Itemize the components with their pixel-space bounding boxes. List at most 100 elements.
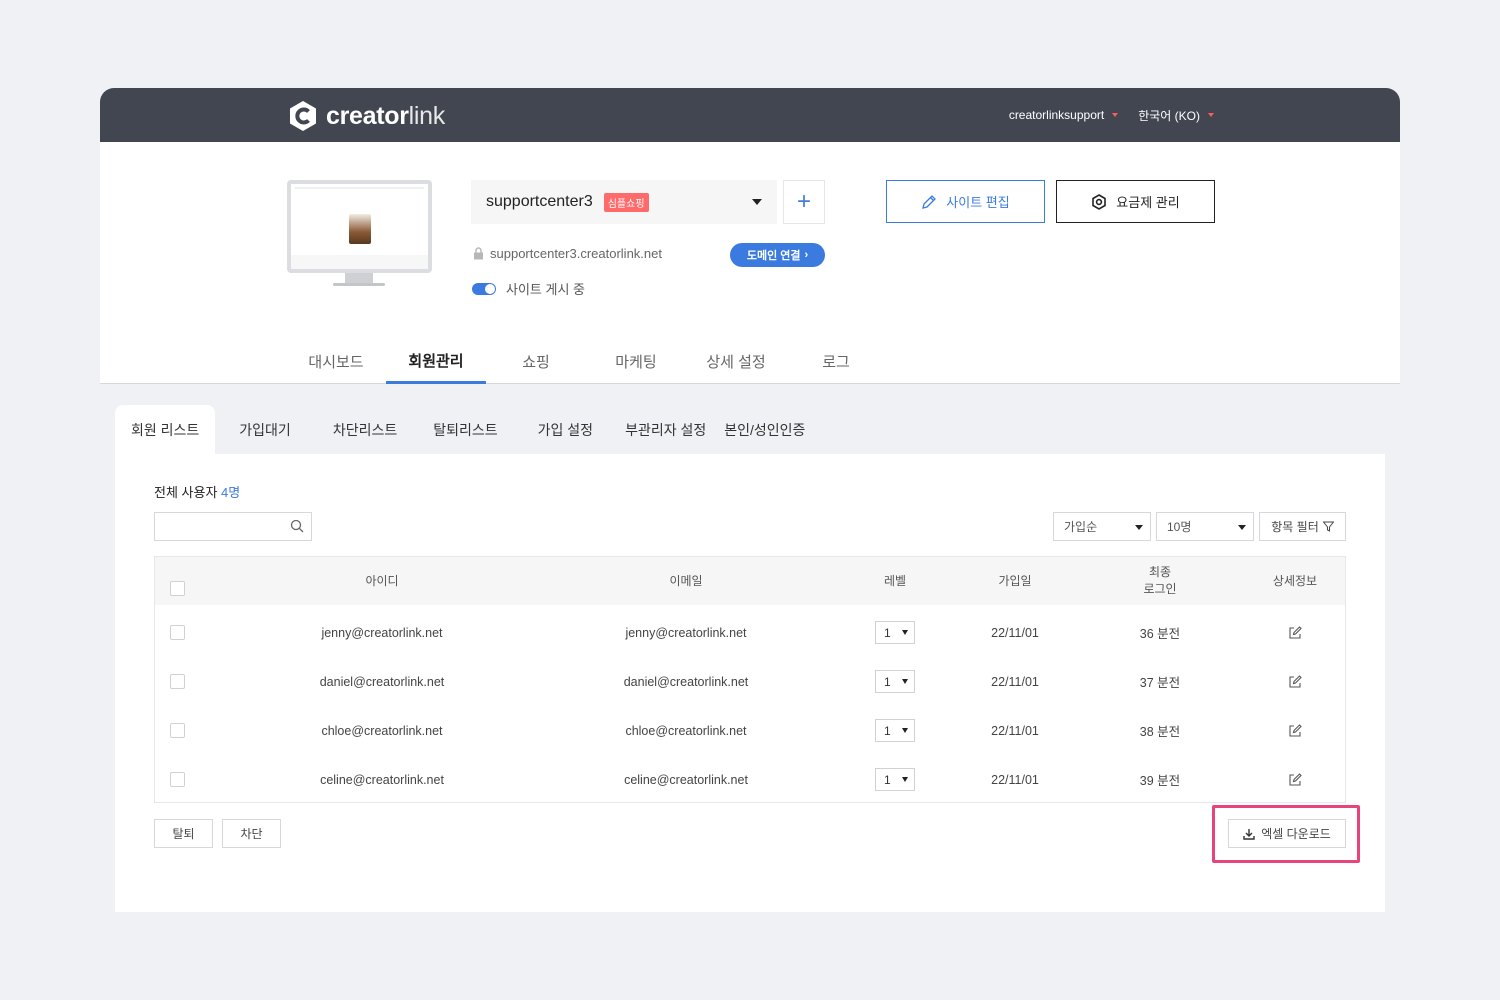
site-edit-button[interactable]: 사이트 편집 (886, 180, 1045, 223)
tab-dashboard[interactable]: 대시보드 (286, 339, 386, 384)
search-icon[interactable] (290, 519, 304, 533)
site-url-row: supportcenter3.creatorlink.net (473, 246, 662, 261)
publish-toggle[interactable] (472, 282, 496, 295)
edit-icon[interactable] (1288, 674, 1302, 689)
table-header: 아이디 이메일 레벨 가입일 최종 로그인 상세정보 (155, 557, 1345, 605)
select-all-checkbox[interactable] (169, 580, 185, 596)
subtab-withdrawn[interactable]: 탈퇴리스트 (415, 405, 515, 454)
edit-icon[interactable] (1288, 625, 1302, 640)
level-cell: 1 (855, 657, 935, 706)
language-menu[interactable]: 한국어 (KO) (1138, 107, 1214, 124)
detail-cell (1245, 608, 1345, 657)
site-name: supportcenter3 (486, 193, 593, 210)
member-id: jenny@creatorlink.net (321, 625, 443, 640)
col-last-login-line1: 최종 (1148, 565, 1172, 580)
subtab-member-list[interactable]: 회원 리스트 (115, 405, 216, 454)
tab-shopping[interactable]: 쇼핑 (486, 339, 586, 384)
subtab-pending[interactable]: 가입대기 (215, 405, 309, 454)
tab-settings[interactable]: 상세 설정 (686, 339, 786, 384)
plan-manage-button[interactable]: 요금제 관리 (1056, 180, 1215, 223)
add-site-button[interactable]: + (783, 180, 825, 224)
detail-cell (1245, 706, 1345, 755)
sort-value: 가입순 (1064, 520, 1098, 534)
member-email: celine@creatorlink.net (624, 772, 748, 787)
publish-status: 사이트 게시 중 (506, 282, 585, 297)
site-preview-image (291, 184, 428, 269)
row-checkbox[interactable] (169, 723, 185, 738)
col-last-login[interactable]: 최종 로그인 (1110, 557, 1210, 605)
dropdown-arrow-icon (902, 777, 908, 782)
table-row: jenny@creatorlink.net jenny@creatorlink.… (155, 608, 1345, 657)
total-users-label: 전체 사용자 (154, 485, 222, 500)
subtab-blocked[interactable]: 차단리스트 (309, 405, 415, 454)
last-login: 36 분전 (1139, 627, 1181, 641)
level-select[interactable]: 1 (875, 621, 915, 644)
withdraw-button[interactable]: 탈퇴 (154, 819, 213, 848)
level-value: 1 (884, 772, 891, 787)
subtab-verification[interactable]: 본인/성인인증 (715, 405, 814, 454)
col-detail: 상세정보 (1272, 573, 1318, 588)
excel-download-label: 엑셀 다운로드 (1261, 827, 1331, 841)
row-checkbox[interactable] (169, 625, 185, 640)
sort-select[interactable]: 가입순 (1053, 512, 1151, 541)
creatorlink-logo[interactable]: creatorlink (288, 100, 445, 132)
tab-members[interactable]: 회원관리 (386, 339, 486, 384)
level-cell: 1 (855, 755, 935, 804)
tab-log[interactable]: 로그 (786, 339, 886, 384)
dropdown-arrow-icon (1238, 525, 1246, 530)
select-all-cell (155, 557, 199, 605)
join-date: 22/11/01 (991, 723, 1039, 738)
monitor-foot (333, 283, 385, 286)
row-checkbox[interactable] (169, 772, 185, 787)
dropdown-arrow-icon (902, 630, 908, 635)
edit-icon[interactable] (1288, 772, 1302, 787)
level-select[interactable]: 1 (875, 768, 915, 791)
col-level[interactable]: 레벨 (855, 557, 935, 605)
gear-icon (1092, 193, 1107, 210)
caret-down-icon (1112, 113, 1119, 117)
caret-down-icon (1208, 113, 1214, 117)
search-input[interactable] (154, 512, 312, 541)
top-right-menu: creatorlinksupport 한국어 (KO) (1009, 88, 1214, 142)
level-value: 1 (884, 674, 891, 689)
col-id[interactable]: 아이디 (235, 557, 529, 605)
page-size-value: 10명 (1167, 520, 1192, 534)
edit-icon[interactable] (1288, 723, 1302, 738)
excel-download-button[interactable]: 엑셀 다운로드 (1228, 819, 1346, 848)
row-checkbox[interactable] (169, 674, 185, 689)
detail-cell (1245, 657, 1345, 706)
account-menu[interactable]: creatorlinksupport (1009, 108, 1119, 122)
table-row: chloe@creatorlink.net chloe@creatorlink.… (155, 706, 1345, 755)
col-join-date[interactable]: 가입일 (965, 557, 1065, 605)
publish-toggle-row: 사이트 게시 중 (472, 279, 585, 298)
tab-marketing[interactable]: 마케팅 (586, 339, 686, 384)
monitor-screen (287, 180, 432, 273)
monitor-stand (345, 273, 373, 283)
page-size-select[interactable]: 10명 (1156, 512, 1254, 541)
subtab-sub-admin[interactable]: 부관리자 설정 (609, 405, 715, 454)
plan-manage-label: 요금제 관리 (1116, 195, 1180, 210)
domain-connect-button[interactable]: 도메인 연결 › (730, 243, 825, 267)
join-date: 22/11/01 (991, 772, 1039, 787)
logo-text: creatorlink (326, 101, 445, 130)
site-thumbnail[interactable] (287, 180, 432, 292)
main-tabs: 대시보드 회원관리 쇼핑 마케팅 상세 설정 로그 (286, 339, 886, 384)
domain-connect-label: 도메인 연결 (746, 250, 801, 262)
detail-cell (1245, 755, 1345, 804)
site-header: supportcenter3 심플쇼핑 + 사이트 편집 요금제 관리 supp… (100, 142, 1400, 384)
block-button[interactable]: 차단 (222, 819, 281, 848)
app-window: creatorlink creatorlinksupport 한국어 (KO) (100, 88, 1400, 912)
row-checkbox-cell (155, 657, 199, 706)
member-table: 아이디 이메일 레벨 가입일 최종 로그인 상세정보 jenny@creator… (154, 556, 1346, 803)
filter-icon (1322, 521, 1334, 532)
last-login: 38 분전 (1139, 725, 1181, 739)
subtab-join-settings[interactable]: 가입 설정 (516, 405, 609, 454)
col-email[interactable]: 이메일 (539, 557, 833, 605)
coffee-glass-image (349, 214, 371, 244)
column-filter-button[interactable]: 항목 필터 (1259, 512, 1346, 541)
level-select[interactable]: 1 (875, 670, 915, 693)
level-select[interactable]: 1 (875, 719, 915, 742)
site-url[interactable]: supportcenter3.creatorlink.net (490, 246, 662, 261)
site-selector[interactable]: supportcenter3 심플쇼핑 (471, 180, 777, 224)
total-users: 전체 사용자 4명 (154, 482, 240, 501)
